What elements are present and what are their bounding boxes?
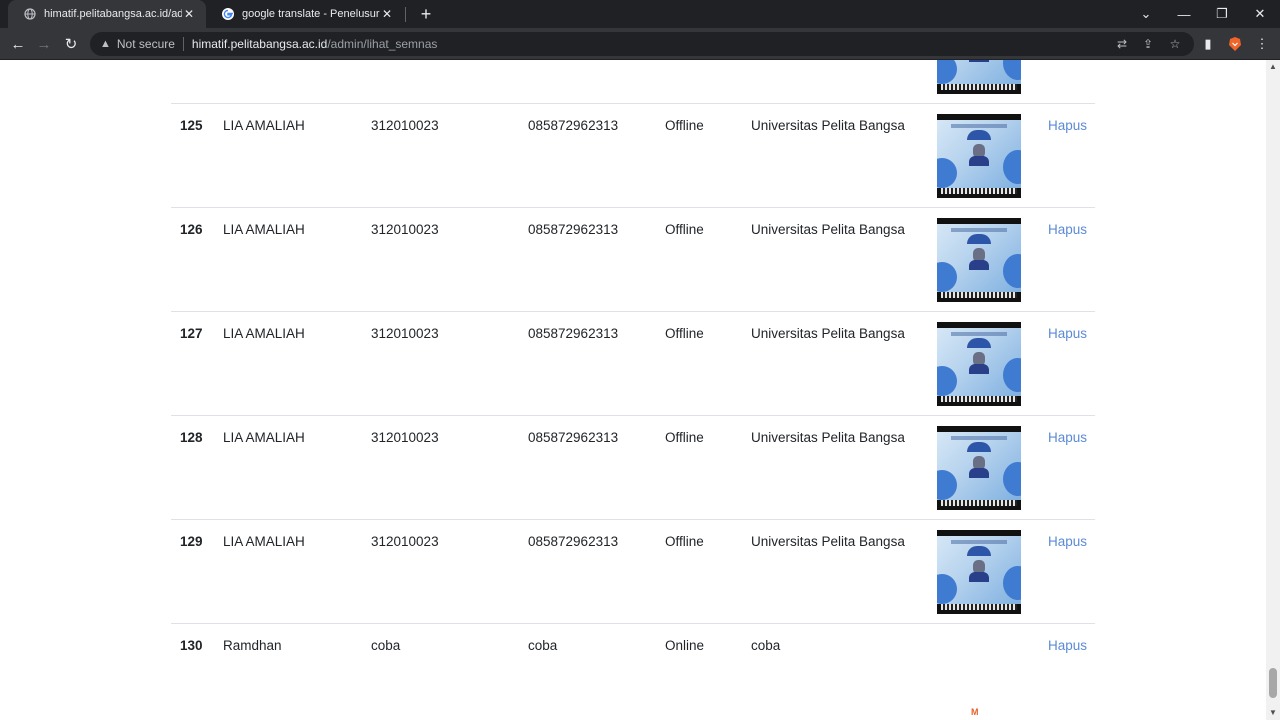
- table-row: 124LIA AMALIAH312010023085872962313Offli…: [171, 60, 1095, 104]
- attendance-mode: Online: [665, 638, 705, 653]
- scrollbar-thumb[interactable]: [1269, 668, 1277, 698]
- delete-link[interactable]: Hapus: [1048, 534, 1087, 549]
- phone-number: 085872962313: [528, 118, 619, 133]
- student-id: coba: [371, 638, 401, 653]
- forward-button[interactable]: →: [32, 32, 56, 56]
- attendance-mode: Offline: [665, 430, 704, 445]
- university-name: Universitas Pelita Bangsa: [751, 118, 905, 133]
- row-number: 126: [180, 222, 203, 237]
- student-id: 312010023: [371, 430, 439, 445]
- participant-name: LIA AMALIAH: [223, 118, 305, 133]
- table-row: 128 LIA AMALIAH 312010023 085872962313 Offli…: [171, 416, 1095, 520]
- phone-number: 085872962313: [528, 430, 619, 445]
- student-id: 312010023: [371, 118, 439, 133]
- maximize-button[interactable]: ❐: [1203, 0, 1241, 28]
- tab-himatif[interactable]: himatif.pelitabangsa.ac.id/admin/lihat_s…: [8, 0, 206, 28]
- student-id: 312010023: [371, 326, 439, 341]
- scroll-down-arrow-icon[interactable]: ▼: [1266, 706, 1280, 720]
- tab-strip: himatif.pelitabangsa.ac.id/admin/lihat_s…: [0, 0, 1280, 28]
- address-bar[interactable]: ▲ Not secure himatif.pelitabangsa.ac.id /…: [90, 32, 1194, 56]
- bookmark-star-icon[interactable]: ☆: [1163, 32, 1187, 56]
- orange-logo-icon: M: [971, 707, 979, 717]
- table-row: 126 LIA AMALIAH 312010023 085872962313 Offli…: [171, 208, 1095, 312]
- university-name: Universitas Pelita Bangsa: [751, 326, 905, 341]
- close-tab-icon[interactable]: ✕: [182, 7, 196, 21]
- phone-number: 085872962313: [528, 534, 619, 549]
- delete-link[interactable]: Hapus: [1048, 222, 1087, 237]
- tab-divider: [405, 7, 406, 22]
- back-button[interactable]: ←: [6, 32, 30, 56]
- table-row: 127 LIA AMALIAH 312010023 085872962313 Offli…: [171, 312, 1095, 416]
- university-name: Universitas Pelita Bangsa: [751, 222, 905, 237]
- tab-search-chevron-icon[interactable]: ⌄: [1127, 0, 1165, 28]
- attendance-mode: Offline: [665, 326, 704, 341]
- id-card-photo[interactable]: [937, 530, 1021, 614]
- table-row: 130 Ramdhan coba coba Online coba Hapus: [171, 624, 1095, 720]
- browser-toolbar: ← → ↻ ▲ Not secure himatif.pelitabangsa.…: [0, 28, 1280, 60]
- university-name: Universitas Pelita Bangsa: [751, 430, 905, 445]
- delete-link[interactable]: Hapus: [1048, 638, 1087, 653]
- tab-google-translate[interactable]: google translate - Penelusuran Google ✕: [206, 0, 404, 28]
- address-separator: [182, 37, 184, 51]
- row-number: 130: [180, 638, 203, 653]
- participant-name: LIA AMALIAH: [223, 534, 305, 549]
- phone-number: 085872962313: [528, 326, 619, 341]
- brave-lion-icon[interactable]: [1223, 32, 1247, 56]
- warning-icon[interactable]: ▲: [100, 38, 111, 50]
- phone-number: 085872962313: [528, 222, 619, 237]
- url-host: himatif.pelitabangsa.ac.id: [191, 37, 328, 51]
- phone-number: coba: [528, 638, 558, 653]
- delete-link[interactable]: Hapus: [1048, 326, 1087, 341]
- vertical-scrollbar[interactable]: ▲ ▼: [1266, 60, 1280, 720]
- id-card-photo[interactable]: [937, 114, 1021, 198]
- participant-name: LIA AMALIAH: [223, 430, 305, 445]
- row-number: 127: [180, 326, 203, 341]
- id-card-photo[interactable]: [937, 60, 1021, 94]
- page-viewport: 124LIA AMALIAH312010023085872962313Offli…: [0, 60, 1266, 720]
- row-number: 129: [180, 534, 203, 549]
- url-path: /admin/lihat_semnas: [327, 37, 438, 51]
- share-icon[interactable]: ⇪: [1136, 32, 1160, 56]
- security-label: Not secure: [116, 37, 175, 51]
- minimize-button[interactable]: —: [1165, 0, 1203, 28]
- id-card-photo[interactable]: [937, 322, 1021, 406]
- reload-button[interactable]: ↻: [59, 32, 83, 56]
- tab-title: google translate - Penelusuran Google: [242, 8, 380, 20]
- attendance-mode: Offline: [665, 118, 704, 133]
- student-id: 312010023: [371, 222, 439, 237]
- row-number: 128: [180, 430, 203, 445]
- id-card-photo[interactable]: [937, 218, 1021, 302]
- close-window-button[interactable]: ✕: [1241, 0, 1279, 28]
- new-tab-button[interactable]: +: [416, 4, 436, 24]
- delete-link[interactable]: Hapus: [1048, 430, 1087, 445]
- globe-icon: [24, 8, 36, 20]
- university-name: coba: [751, 638, 781, 653]
- student-id: 312010023: [371, 534, 439, 549]
- scroll-up-arrow-icon[interactable]: ▲: [1266, 60, 1280, 74]
- close-tab-icon[interactable]: ✕: [380, 7, 394, 21]
- attendance-mode: Offline: [665, 534, 704, 549]
- side-panel-icon[interactable]: ▮: [1196, 32, 1220, 56]
- translate-icon[interactable]: ⇄: [1110, 32, 1134, 56]
- participant-name: LIA AMALIAH: [223, 222, 305, 237]
- table-row: 129 LIA AMALIAH 312010023 085872962313 Offli…: [171, 520, 1095, 624]
- google-icon: [222, 8, 234, 20]
- delete-link[interactable]: Hapus: [1048, 118, 1087, 133]
- participant-name: LIA AMALIAH: [223, 326, 305, 341]
- tab-title: himatif.pelitabangsa.ac.id/admin/lihat_s…: [44, 8, 182, 20]
- browser-menu-icon[interactable]: ⋮: [1250, 32, 1274, 56]
- attendance-mode: Offline: [665, 222, 704, 237]
- table-row: 125 LIA AMALIAH 312010023 085872962313 Offli…: [171, 104, 1095, 208]
- participant-name: Ramdhan: [223, 638, 282, 653]
- row-number: 125: [180, 118, 203, 133]
- university-name: Universitas Pelita Bangsa: [751, 534, 905, 549]
- id-card-photo[interactable]: [937, 426, 1021, 510]
